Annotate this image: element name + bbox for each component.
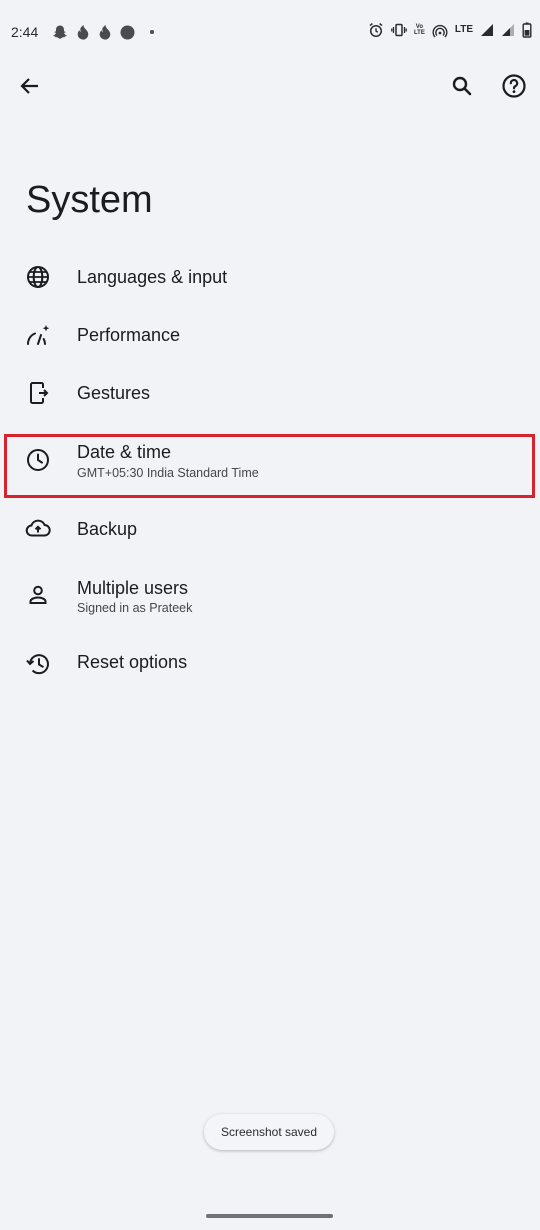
circle-app-icon — [120, 25, 135, 39]
page-title: System — [26, 179, 153, 221]
system-status-icons: Vo LTE LTE — [368, 22, 532, 38]
alarm-icon — [369, 23, 383, 38]
status-time: 2:44 — [11, 24, 39, 40]
setting-title: Multiple users — [77, 578, 189, 598]
toolbar — [0, 62, 540, 112]
status-bar: 2:44 Vo LTE LTE — [0, 0, 540, 64]
notification-icons — [52, 24, 157, 40]
toast: Screenshot saved — [204, 1114, 334, 1150]
globe-icon — [24, 263, 52, 291]
battery-icon — [522, 22, 532, 38]
setting-title: Gestures — [77, 383, 151, 403]
setting-date-time[interactable]: Date & time GMT+05:30 India Standard Tim… — [0, 434, 540, 496]
gestures-icon — [24, 379, 52, 407]
cloud-upload-icon — [24, 515, 52, 543]
signal-icon-2 — [502, 24, 514, 36]
help-button[interactable] — [490, 62, 538, 110]
vowifi-lte-icon: Vo LTE — [413, 24, 425, 36]
setting-reset-options[interactable]: Reset options — [0, 638, 540, 696]
performance-icon — [24, 321, 52, 349]
person-icon — [24, 581, 52, 609]
signal-icon — [481, 24, 493, 36]
setting-gestures[interactable]: Gestures — [0, 364, 540, 422]
back-button[interactable] — [6, 62, 54, 110]
setting-title: Reset options — [77, 652, 188, 672]
setting-performance[interactable]: Performance — [0, 306, 540, 364]
tinder-icon — [77, 25, 89, 40]
setting-title: Languages & input — [77, 267, 228, 287]
toast-message: Screenshot saved — [220, 1125, 318, 1139]
navigation-handle[interactable] — [206, 1214, 333, 1218]
clock-icon — [24, 446, 52, 474]
lte-label: LTE — [454, 24, 473, 35]
snapchat-icon — [53, 25, 67, 39]
help-icon — [502, 74, 526, 98]
setting-title: Performance — [77, 325, 181, 345]
setting-title: Backup — [77, 519, 138, 539]
arrow-left-icon — [20, 78, 38, 94]
tinder-icon — [99, 25, 111, 40]
vibrate-icon — [391, 23, 407, 37]
setting-multiple-users[interactable]: Multiple users Signed in as Prateek — [0, 566, 540, 628]
setting-languages-input[interactable]: Languages & input — [0, 248, 540, 306]
dot-icon — [150, 30, 154, 34]
setting-title: Date & time — [77, 442, 172, 462]
setting-summary: GMT+05:30 India Standard Time — [77, 466, 259, 480]
search-button[interactable] — [438, 62, 486, 110]
hotspot-icon — [432, 24, 448, 38]
search-icon — [452, 76, 472, 96]
setting-summary: Signed in as Prateek — [77, 601, 193, 615]
setting-backup[interactable]: Backup — [0, 500, 540, 558]
reset-icon — [24, 650, 52, 678]
